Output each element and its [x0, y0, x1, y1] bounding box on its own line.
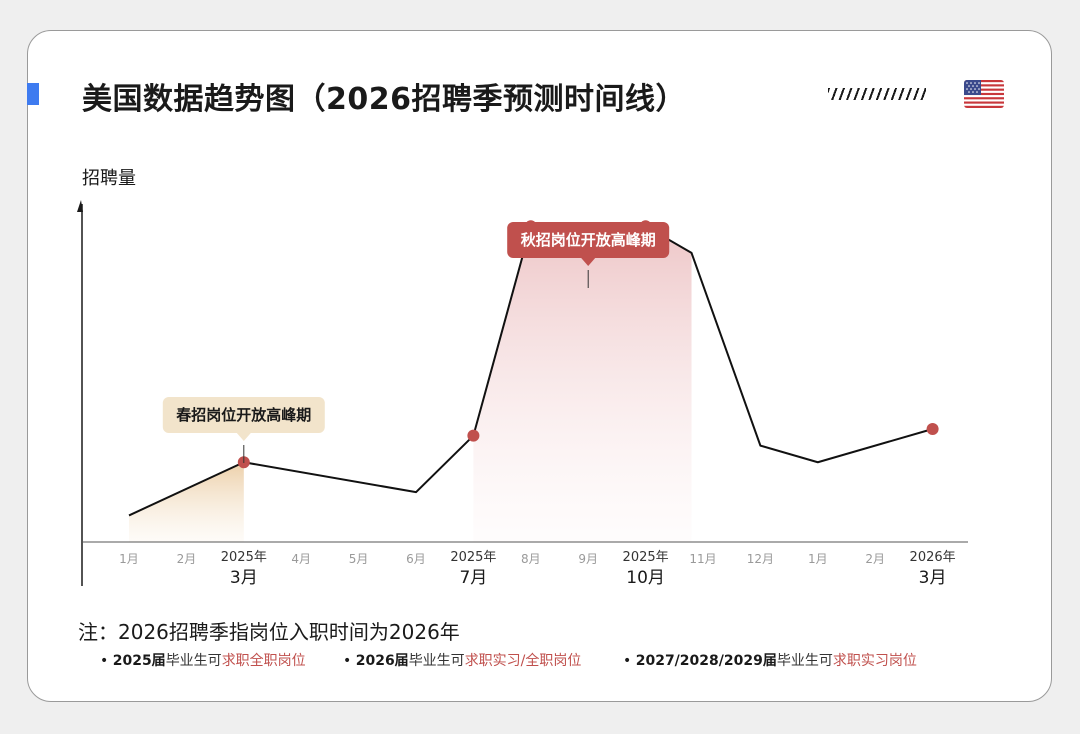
- annotation-label: 秋招岗位开放高峰期: [521, 231, 656, 249]
- legend-cohort: 2025届: [112, 653, 166, 669]
- legend-highlight: 求职实习岗位: [832, 653, 917, 669]
- annotation-spring-peak: 春招岗位开放高峰期: [162, 397, 325, 463]
- x-tick-month: 4月: [291, 552, 311, 566]
- x-tick-month: 5月: [349, 552, 369, 566]
- legend-highlight: 求职实习/全职岗位: [464, 653, 582, 669]
- x-tick-month: 6月: [406, 552, 426, 566]
- x-tick-year: 2025年: [221, 550, 267, 565]
- legend-text: 毕业生可: [408, 653, 465, 669]
- legend-highlight: 求职全职岗位: [221, 653, 306, 669]
- x-tick-year: 2026年: [910, 550, 956, 565]
- x-tick-month: 12月: [747, 552, 774, 566]
- data-point-marker: [467, 429, 480, 442]
- legend-item-2025: • 2025届毕业生可求职全职岗位: [100, 650, 306, 670]
- x-tick-month: 2月: [177, 552, 197, 566]
- legend-bullet: •: [623, 653, 632, 669]
- legend-bullet: •: [343, 653, 352, 669]
- x-tick-year: 2025年: [623, 550, 669, 565]
- footnote: 注：2026招聘季指岗位入职时间为2026年: [78, 620, 460, 644]
- x-tick-month-major: 3月: [230, 568, 258, 588]
- annotation-pointer: [236, 433, 251, 441]
- x-tick-month: 1月: [808, 552, 828, 566]
- shaded-region-beige: [129, 462, 244, 542]
- legend-item-2027-2029: • 2027/2028/2029届毕业生可求职实习岗位: [623, 650, 917, 670]
- x-tick-month-major: 7月: [459, 568, 487, 588]
- shaded-region-red: [473, 226, 692, 543]
- annotation-label: 春招岗位开放高峰期: [176, 406, 311, 424]
- legend-text: 毕业生可: [165, 653, 222, 669]
- legend-cohort: 2027/2028/2029届: [635, 653, 777, 669]
- data-point-marker: [926, 423, 939, 436]
- x-tick-month: 11月: [689, 552, 716, 566]
- legend-item-2026: • 2026届毕业生可求职实习/全职岗位: [343, 650, 581, 670]
- legend-cohort: 2026届: [355, 653, 409, 669]
- x-tick-year: 2025年: [450, 550, 496, 565]
- x-tick-month: 1月: [119, 552, 139, 566]
- legend-bullet: •: [100, 653, 109, 669]
- legend-text: 毕业生可: [776, 653, 833, 669]
- x-tick-month: 9月: [578, 552, 598, 566]
- x-tick-month: 8月: [521, 552, 541, 566]
- x-tick-month-major: 10月: [626, 568, 665, 588]
- x-tick-month-major: 3月: [919, 568, 947, 588]
- x-tick-month: 2月: [865, 552, 885, 566]
